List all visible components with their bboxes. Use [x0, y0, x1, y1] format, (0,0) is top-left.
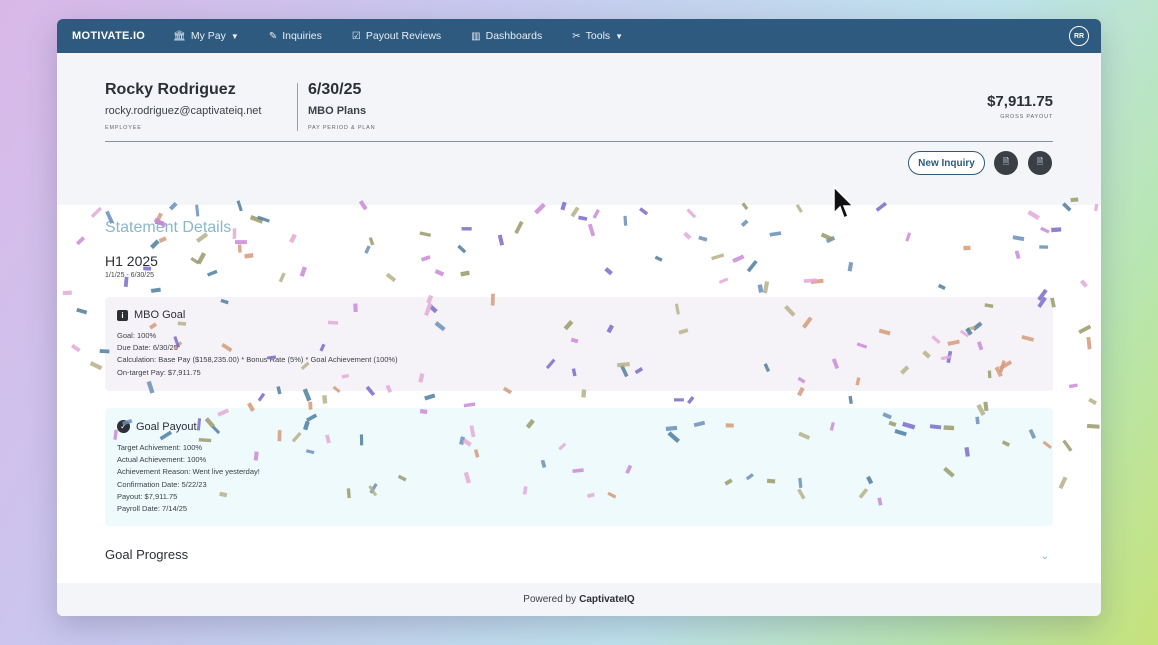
- nav-payout-reviews[interactable]: ☑ Payout Reviews: [352, 30, 441, 42]
- footer: Powered by CaptivateIQ: [57, 583, 1101, 616]
- goal-payout-line: Confirmation Date: 5/22/23: [117, 479, 207, 489]
- export-pdf-button[interactable]: 🗎: [1028, 151, 1052, 175]
- top-navbar: MOTIVATE.IO 🏛 My Pay ▼ ✎ Inquiries ☑ Pay…: [57, 19, 1101, 53]
- statement-details-title: Statement Details: [105, 219, 232, 236]
- footer-brand: CaptivateIQ: [579, 594, 635, 605]
- mouse-cursor-icon: [833, 186, 855, 220]
- header-rule: [105, 141, 1053, 142]
- employee-info: Rocky Rodriguez rocky.rodriguez@captivat…: [105, 81, 295, 131]
- goal-payout-line: Payout: $7,911.75: [117, 491, 178, 501]
- employee-email: rocky.rodriguez@captivateiq.net: [105, 105, 262, 117]
- pdf-icon: 🗎: [1036, 157, 1044, 166]
- nav-dashboards[interactable]: ▥ Dashboards: [471, 30, 542, 42]
- checkbox-icon: ☑: [351, 30, 361, 42]
- nav-payout-reviews-label: Payout Reviews: [365, 30, 442, 42]
- statement-details: Statement Details H1 2025 1/1/25 - 6/30/…: [57, 205, 1101, 583]
- tools-icon: ✂: [572, 30, 581, 42]
- gross-payout: $7,911.75 GROSS PAYOUT: [987, 93, 1053, 120]
- info-icon: i: [117, 309, 128, 321]
- nav-my-pay[interactable]: 🏛 My Pay ▼: [173, 30, 239, 42]
- user-avatar[interactable]: RR: [1069, 26, 1089, 46]
- goal-progress-title[interactable]: Goal Progress: [105, 547, 188, 562]
- period-name: H1 2025: [105, 253, 158, 269]
- footer-prefix: Powered by: [523, 594, 577, 605]
- pay-period-date: 6/30/25: [308, 81, 362, 98]
- nav-tools[interactable]: ✂ Tools ▼: [572, 30, 623, 42]
- bar-chart-icon: ▥: [471, 30, 481, 42]
- pay-period-caption: PAY PERIOD & PLAN: [308, 125, 376, 131]
- goal-payout-line: Actual Achievement: 100%: [117, 455, 207, 465]
- mbo-goal-line: Due Date: 6/30/25: [117, 343, 178, 353]
- goal-payout-line: Payroll Date: 7/14/25: [117, 504, 188, 514]
- mbo-goal-line: Goal: 100%: [117, 331, 157, 340]
- mbo-goal-panel: i MBO Goal Goal: 100% Due Date: 6/30/25 …: [105, 297, 1053, 391]
- nav-dashboards-label: Dashboards: [485, 30, 543, 42]
- bank-icon: 🏛: [173, 30, 186, 42]
- nav-inquiries[interactable]: ✎ Inquiries: [269, 30, 322, 42]
- plan-name: MBO Plans: [308, 105, 367, 117]
- goal-payout-line: Achievement Reason: Went live yesterday!: [117, 467, 260, 477]
- mbo-goal-line: Calculation: Base Pay ($158,235.00) * Bo…: [117, 355, 398, 365]
- chevron-down-icon[interactable]: ⌄: [1041, 551, 1049, 562]
- header-divider: [297, 83, 298, 131]
- employee-name: Rocky Rodriguez: [105, 81, 236, 98]
- nav-tools-label: Tools: [585, 30, 611, 42]
- gross-payout-caption: GROSS PAYOUT: [1000, 114, 1053, 120]
- check-circle-icon: ✓: [117, 420, 130, 433]
- brand-logo[interactable]: MOTIVATE.IO: [72, 30, 145, 42]
- goal-payout-title: Goal Payout: [136, 420, 197, 433]
- mbo-goal-line: On-target Pay: $7,911.75: [117, 367, 201, 377]
- chevron-down-icon: ▼: [615, 31, 624, 41]
- app-window: MOTIVATE.IO 🏛 My Pay ▼ ✎ Inquiries ☑ Pay…: [57, 19, 1101, 616]
- goal-payout-panel: ✓ Goal Payout Target Achivement: 100% Ac…: [105, 408, 1053, 526]
- new-inquiry-button[interactable]: New Inquiry: [908, 151, 985, 175]
- period-range: 1/1/25 - 6/30/25: [105, 272, 155, 279]
- pencil-icon: ✎: [268, 30, 278, 42]
- gross-payout-amount: $7,911.75: [987, 93, 1053, 110]
- goal-payout-line: Target Achivement: 100%: [117, 443, 203, 452]
- mbo-goal-title: MBO Goal: [134, 309, 186, 321]
- nav-inquiries-label: Inquiries: [282, 30, 322, 42]
- chevron-down-icon: ▼: [230, 31, 239, 41]
- excel-icon: 🗎: [1002, 157, 1010, 166]
- export-excel-button[interactable]: 🗎: [994, 151, 1018, 175]
- nav-my-pay-label: My Pay: [190, 30, 226, 42]
- employee-caption: EMPLOYEE: [105, 125, 142, 131]
- pay-period-info: 6/30/25 MBO Plans PAY PERIOD & PLAN: [308, 81, 375, 131]
